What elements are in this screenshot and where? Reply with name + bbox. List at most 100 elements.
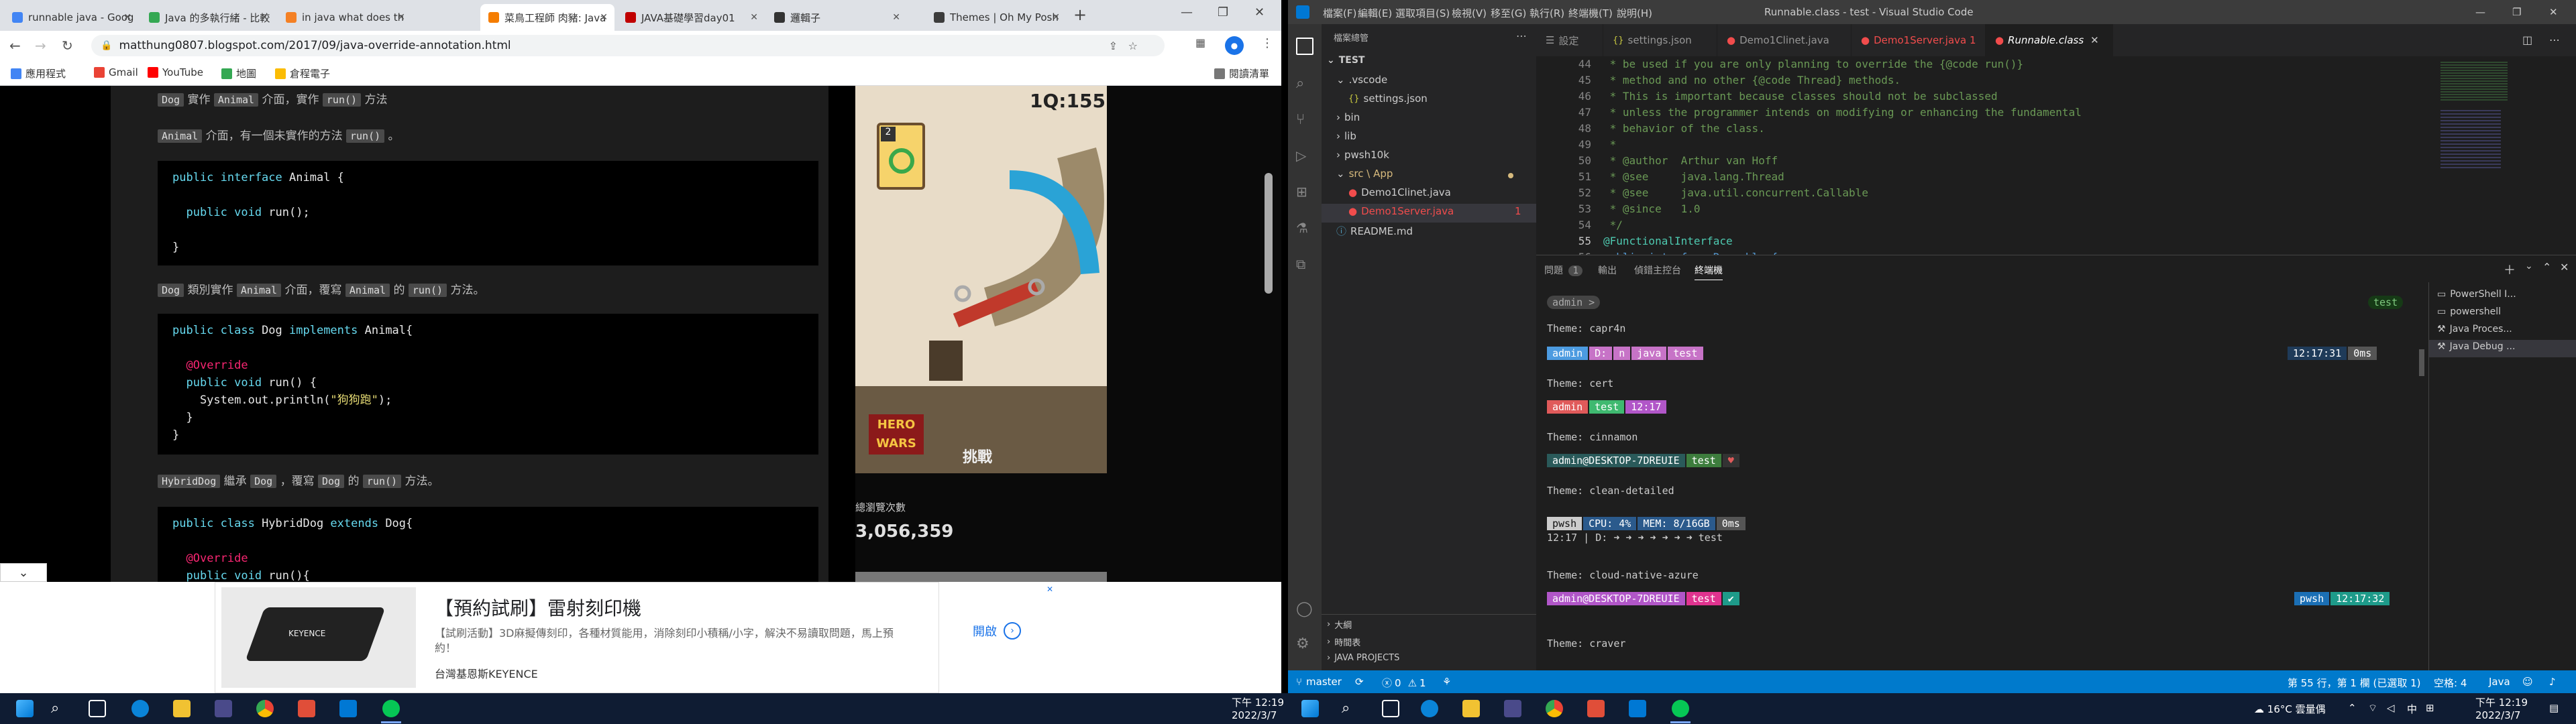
close-icon[interactable]: ✕ bbox=[260, 12, 268, 23]
close-window-button[interactable]: ✕ bbox=[1254, 5, 1265, 19]
menu-run[interactable]: 執行(R) bbox=[1529, 6, 1564, 20]
task-view-icon[interactable] bbox=[89, 700, 106, 717]
cursor-position[interactable]: 第 55 行，第 1 欄 (已選取 1) bbox=[2288, 676, 2421, 690]
explorer-icon[interactable] bbox=[1296, 38, 1313, 55]
line-icon[interactable] bbox=[382, 700, 400, 717]
chrome-icon[interactable] bbox=[256, 700, 274, 717]
bookmark-youtube[interactable]: YouTube bbox=[148, 66, 203, 78]
run-debug-icon[interactable]: ▷ bbox=[1296, 147, 1313, 165]
editor-tab-demo1clinet[interactable]: ● Demo1Clinet.java bbox=[1717, 24, 1851, 56]
ad-close-icon[interactable]: ✕ bbox=[1046, 585, 1053, 594]
split-editor-icon[interactable]: ◫ bbox=[2522, 34, 2532, 46]
volume-icon[interactable]: ◁ bbox=[2387, 702, 2395, 714]
app-icon[interactable] bbox=[1587, 700, 1605, 717]
back-icon[interactable]: ← bbox=[9, 38, 21, 54]
branch-indicator[interactable]: ⑂ master bbox=[1296, 676, 1342, 688]
extensions-icon[interactable]: ▦ bbox=[1195, 36, 1205, 49]
browser-tab-2[interactable]: Java 的多執行緒 - 比較 ✕ bbox=[141, 4, 275, 31]
panel-tab-output[interactable]: 輸出 bbox=[1598, 263, 1617, 277]
close-icon[interactable]: ✕ bbox=[2090, 34, 2099, 46]
clock-date[interactable]: 2022/3/7 bbox=[1232, 709, 1277, 721]
close-icon[interactable]: ✕ bbox=[123, 12, 131, 23]
menu-file[interactable]: 檔案(F) bbox=[1323, 6, 1356, 20]
menu-kebab-icon[interactable]: ⋮ bbox=[1261, 36, 1273, 50]
remote-explorer-icon[interactable]: ⧉ bbox=[1296, 256, 1313, 274]
input-method[interactable]: 中 bbox=[2407, 702, 2417, 716]
tree-item-pwsh10k[interactable]: › pwsh10k bbox=[1336, 149, 1389, 161]
outline-section[interactable]: › 大綱 bbox=[1327, 618, 1352, 631]
line-icon[interactable] bbox=[1672, 700, 1689, 717]
ad-open-button[interactable]: 開啟 › bbox=[973, 622, 1021, 640]
problems-indicator[interactable]: ⓧ 0 ⚠ 1 bbox=[1382, 676, 1426, 690]
url-bar[interactable]: 🔒 matthung0807.blogspot.com/2017/09/java… bbox=[91, 35, 1165, 56]
bookmark-folder[interactable]: 倉程電子 bbox=[275, 66, 330, 80]
forward-icon[interactable]: → bbox=[35, 38, 46, 54]
sync-icon[interactable]: ⟳ bbox=[1355, 676, 1364, 688]
workspace-root[interactable]: ⌄ TEST bbox=[1327, 55, 1364, 66]
tree-item-settings-json[interactable]: {} settings.json bbox=[1348, 93, 1428, 105]
share-icon[interactable]: ⇪ bbox=[1109, 40, 1118, 52]
terminal-output[interactable]: admin > test Theme: capr4n admin D: n ja… bbox=[1536, 282, 2428, 671]
terminal-item-java-debug[interactable]: ⚒ Java Debug ... bbox=[2437, 341, 2515, 352]
more-actions-icon[interactable]: ⋯ bbox=[1516, 29, 1527, 42]
terminal-item-powershell[interactable]: ▭ powershell bbox=[2437, 306, 2501, 317]
profile-avatar[interactable]: ● bbox=[1225, 36, 1244, 55]
clock-time[interactable]: 下午 12:19 bbox=[1232, 695, 1284, 709]
menu-edit[interactable]: 編輯(E) bbox=[1358, 6, 1392, 20]
page-scrollbar-thumb[interactable] bbox=[1265, 173, 1273, 294]
app-icon[interactable] bbox=[298, 700, 315, 717]
editor-tab-settings-json[interactable]: {} settings.json bbox=[1603, 24, 1717, 56]
browser-tab-3[interactable]: in java what does th ✕ bbox=[278, 4, 412, 31]
chrome-icon[interactable] bbox=[1546, 700, 1563, 717]
notification-icon[interactable]: ▤ bbox=[2549, 702, 2559, 714]
minimize-button[interactable]: — bbox=[1181, 5, 1193, 19]
browser-tab-6[interactable]: 邏輯子 ✕ bbox=[766, 4, 907, 31]
ad-collapse-button[interactable]: ⌄ bbox=[0, 563, 47, 582]
maximize-button[interactable]: ❐ bbox=[1218, 5, 1228, 19]
menu-help[interactable]: 說明(H) bbox=[1617, 6, 1652, 20]
store-icon[interactable] bbox=[1504, 700, 1521, 717]
source-control-icon[interactable]: ⑂ bbox=[1296, 111, 1313, 129]
windows-start-icon[interactable] bbox=[16, 700, 34, 717]
search-icon[interactable]: ⌕ bbox=[1296, 75, 1313, 93]
tree-item-demo1server[interactable]: ● Demo1Server.java bbox=[1348, 205, 1454, 217]
clock-time[interactable]: 下午 12:19 bbox=[2475, 695, 2528, 709]
timeline-section[interactable]: › 時間表 bbox=[1327, 636, 1360, 648]
indentation[interactable]: 空格: 4 bbox=[2434, 676, 2467, 690]
editor-tab-settings[interactable]: ☰ 設定 bbox=[1536, 24, 1603, 56]
wifi-icon[interactable]: ⌔ bbox=[2368, 702, 2377, 715]
reading-list[interactable]: 閱讀清單 bbox=[1214, 66, 1269, 80]
close-window-button[interactable]: ✕ bbox=[2549, 6, 2558, 18]
vscode-icon[interactable] bbox=[1629, 700, 1646, 717]
bookmark-gmail[interactable]: Gmail bbox=[94, 66, 138, 78]
extensions-icon[interactable]: ⊞ bbox=[1296, 184, 1313, 201]
minimize-button[interactable]: — bbox=[2475, 6, 2485, 18]
ad-title[interactable]: 【預約試刷】雷射刻印機 bbox=[435, 594, 641, 621]
menu-selection[interactable]: 選取項目(S) bbox=[1395, 6, 1450, 20]
editor-tab-runnable-active[interactable]: ● Runnable.class ✕ bbox=[1986, 24, 2113, 56]
sidebar-ad-preview[interactable] bbox=[855, 572, 1107, 582]
tree-item-readme[interactable]: ⓘ README.md bbox=[1336, 224, 1413, 238]
vscode-icon[interactable] bbox=[339, 700, 357, 717]
ime-icon[interactable]: ⊞ bbox=[2426, 702, 2434, 714]
browser-tab-1[interactable]: runnable java - Goog ✕ bbox=[4, 4, 138, 31]
code-editor[interactable]: 44 * be used if you are only planning to… bbox=[1536, 56, 2576, 263]
terminal-item-java-process[interactable]: ⚒ Java Proces... bbox=[2437, 324, 2512, 335]
file-explorer-icon[interactable] bbox=[173, 700, 191, 717]
gear-icon[interactable]: ⚙ bbox=[1296, 636, 1313, 653]
game-cta-button[interactable]: 挑戰 bbox=[963, 445, 992, 467]
tree-item-lib[interactable]: › lib bbox=[1336, 130, 1356, 142]
weather-widget[interactable]: ☁ 16°C 雲量偶 bbox=[2254, 702, 2326, 716]
feedback-icon[interactable]: ☺ bbox=[2522, 676, 2533, 688]
new-tab-button[interactable]: + bbox=[1073, 5, 1087, 24]
task-view-icon[interactable] bbox=[1382, 700, 1399, 717]
account-icon[interactable]: ◯ bbox=[1296, 601, 1313, 618]
tree-item-vscode[interactable]: ⌄ .vscode bbox=[1336, 74, 1387, 86]
close-icon[interactable]: ✕ bbox=[1052, 12, 1060, 23]
terminal-scrollbar[interactable] bbox=[2419, 349, 2424, 376]
file-explorer-icon[interactable] bbox=[1462, 700, 1480, 717]
bottom-ad-banner[interactable]: KEYENCE 【預約試刷】雷射刻印機 【試刷活動】3D麻擬傳刻印，各種材質能用… bbox=[0, 582, 1281, 693]
panel-tab-terminal[interactable]: 終端機 bbox=[1695, 263, 1723, 280]
store-icon[interactable] bbox=[215, 700, 232, 717]
tree-item-bin[interactable]: › bin bbox=[1336, 111, 1360, 123]
